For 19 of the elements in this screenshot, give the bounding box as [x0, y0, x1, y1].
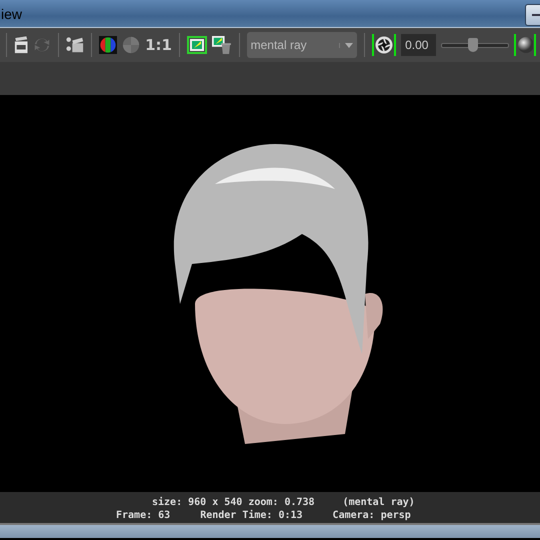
clapperboard-icon[interactable] — [66, 35, 84, 55]
color-channels-icon[interactable] — [99, 35, 118, 55]
status-text: size: 960 x 540 zoom: 0.738 — [152, 497, 315, 508]
zoom-ratio-button[interactable]: 1:1 — [145, 36, 172, 54]
gamma-toggle-button[interactable] — [514, 34, 536, 56]
status-text: Camera: persp — [332, 510, 411, 521]
slider-thumb[interactable] — [468, 38, 478, 52]
window-title: iew — [0, 6, 22, 22]
image-toggle-button[interactable] — [186, 36, 207, 54]
caret-icon — [339, 42, 354, 48]
clapperboard-icon[interactable] — [14, 35, 28, 55]
status-text: Frame: 63 — [116, 510, 170, 521]
renderer-dropdown[interactable]: mental ray — [246, 32, 358, 58]
minimize-button[interactable] — [525, 4, 540, 26]
delete-image-icon[interactable] — [212, 34, 232, 56]
status-text: Render Time: 0:13 — [200, 510, 303, 521]
exposure-field[interactable]: 0.00 — [401, 34, 436, 56]
exposure-toggle-button[interactable] — [372, 34, 396, 56]
status-text: (mental ray) — [342, 497, 415, 508]
